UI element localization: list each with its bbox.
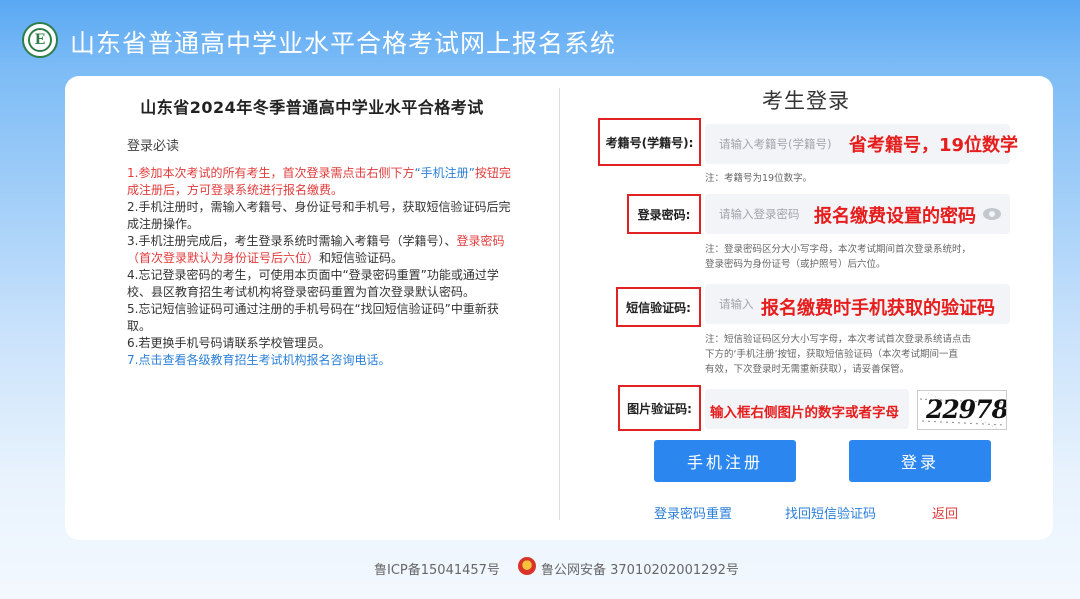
site-logo: E (22, 22, 58, 58)
captcha-label: 图片验证码: (618, 385, 701, 431)
exam-id-note: 注：考籍号为19位数字。 (705, 173, 813, 184)
police-badge-icon (518, 557, 536, 575)
notice-item-2: 2.手机注册时，需输入考籍号、身份证号和手机号，获取短信验证码后完成注册操作。 (127, 200, 511, 231)
notice-item-4: 4.忘记登录密码的考生，可使用本页面中“登录密码重置”功能或通过学校、县区教育招… (127, 268, 499, 299)
logo-icon: E (28, 28, 52, 52)
notice-item-7: 7.点击查看各级教育招生考试机构报名咨询电话。 (127, 353, 391, 367)
phone-register-button[interactable]: 手机注册 (654, 440, 796, 482)
notice-item-3: 3.手机注册完成后，考生登录系统时需输入考籍号（学籍号）、登录密码（首次登录默认… (127, 234, 505, 265)
exam-id-annotation: 省考籍号，19位数学 (849, 135, 1019, 156)
main-card: 山东省2024年冬季普通高中学业水平合格考试 登录必读 1.参加本次考试的所有考… (65, 76, 1053, 540)
sms-code-label: 短信验证码: (616, 287, 701, 327)
notice-heading: 登录必读 (127, 139, 180, 154)
sms-code-annotation: 报名缴费时手机获取的验证码 (761, 298, 995, 319)
notice-item-5: 5.忘记短信验证码可通过注册的手机号码在“找回短信验证码”中重新获取。 (127, 302, 499, 333)
password-label: 登录密码: (627, 194, 701, 234)
notice-item-6: 6.若更换手机号码请联系学校管理员。 (127, 336, 331, 350)
back-link[interactable]: 返回 (932, 503, 958, 522)
notice-list: 1.参加本次考试的所有考生，首次登录需点击右侧下方“手机注册”按钮完成注册后，方… (127, 165, 515, 369)
exam-id-label: 考籍号(学籍号): (598, 118, 701, 166)
show-password-icon[interactable] (983, 208, 1001, 220)
login-button[interactable]: 登录 (849, 440, 991, 482)
sms-code-note: 注：短信验证码区分大小写字母，本次考试首次登录系统请点击 下方的‘手机注册’按钮… (705, 334, 972, 375)
icp-record-link[interactable]: 鲁ICP备15041457号 (374, 559, 500, 578)
reset-password-link[interactable]: 登录密码重置 (654, 503, 732, 522)
consult-phone-link[interactable]: 点击查看各级教育招生考试机构报名咨询电话。 (138, 353, 390, 367)
register-hint-link[interactable]: “手机注册” (414, 166, 474, 180)
page-header: E 山东省普通高中学业水平合格考试网上报名系统 (0, 0, 1080, 76)
captcha-annotation: 输入框右侧图片的数字或者字母 (710, 405, 899, 421)
recover-sms-link[interactable]: 找回短信验证码 (785, 503, 876, 522)
notice-item-1: 1.参加本次考试的所有考生，首次登录需点击右侧下方“手机注册”按钮完成注册后，方… (127, 166, 511, 197)
page-footer: 鲁ICP备15041457号 鲁公网安备 37010202001292号 (0, 557, 1080, 579)
police-record-link[interactable]: 鲁公网安备 37010202001292号 (541, 559, 739, 578)
exam-title: 山东省2024年冬季普通高中学业水平合格考试 (140, 98, 484, 117)
password-note: 注：登录密码区分大小写字母，本次考试期间首次登录系统时， 登录密码为身份证号（或… (705, 244, 972, 270)
site-title: 山东省普通高中学业水平合格考试网上报名系统 (70, 29, 617, 58)
captcha-text: 229788 (926, 395, 1007, 424)
login-title: 考生登录 (762, 89, 850, 113)
captcha-image[interactable]: 229788 (917, 390, 1007, 430)
password-annotation: 报名缴费设置的密码 (814, 206, 976, 227)
panel-divider (559, 88, 560, 520)
